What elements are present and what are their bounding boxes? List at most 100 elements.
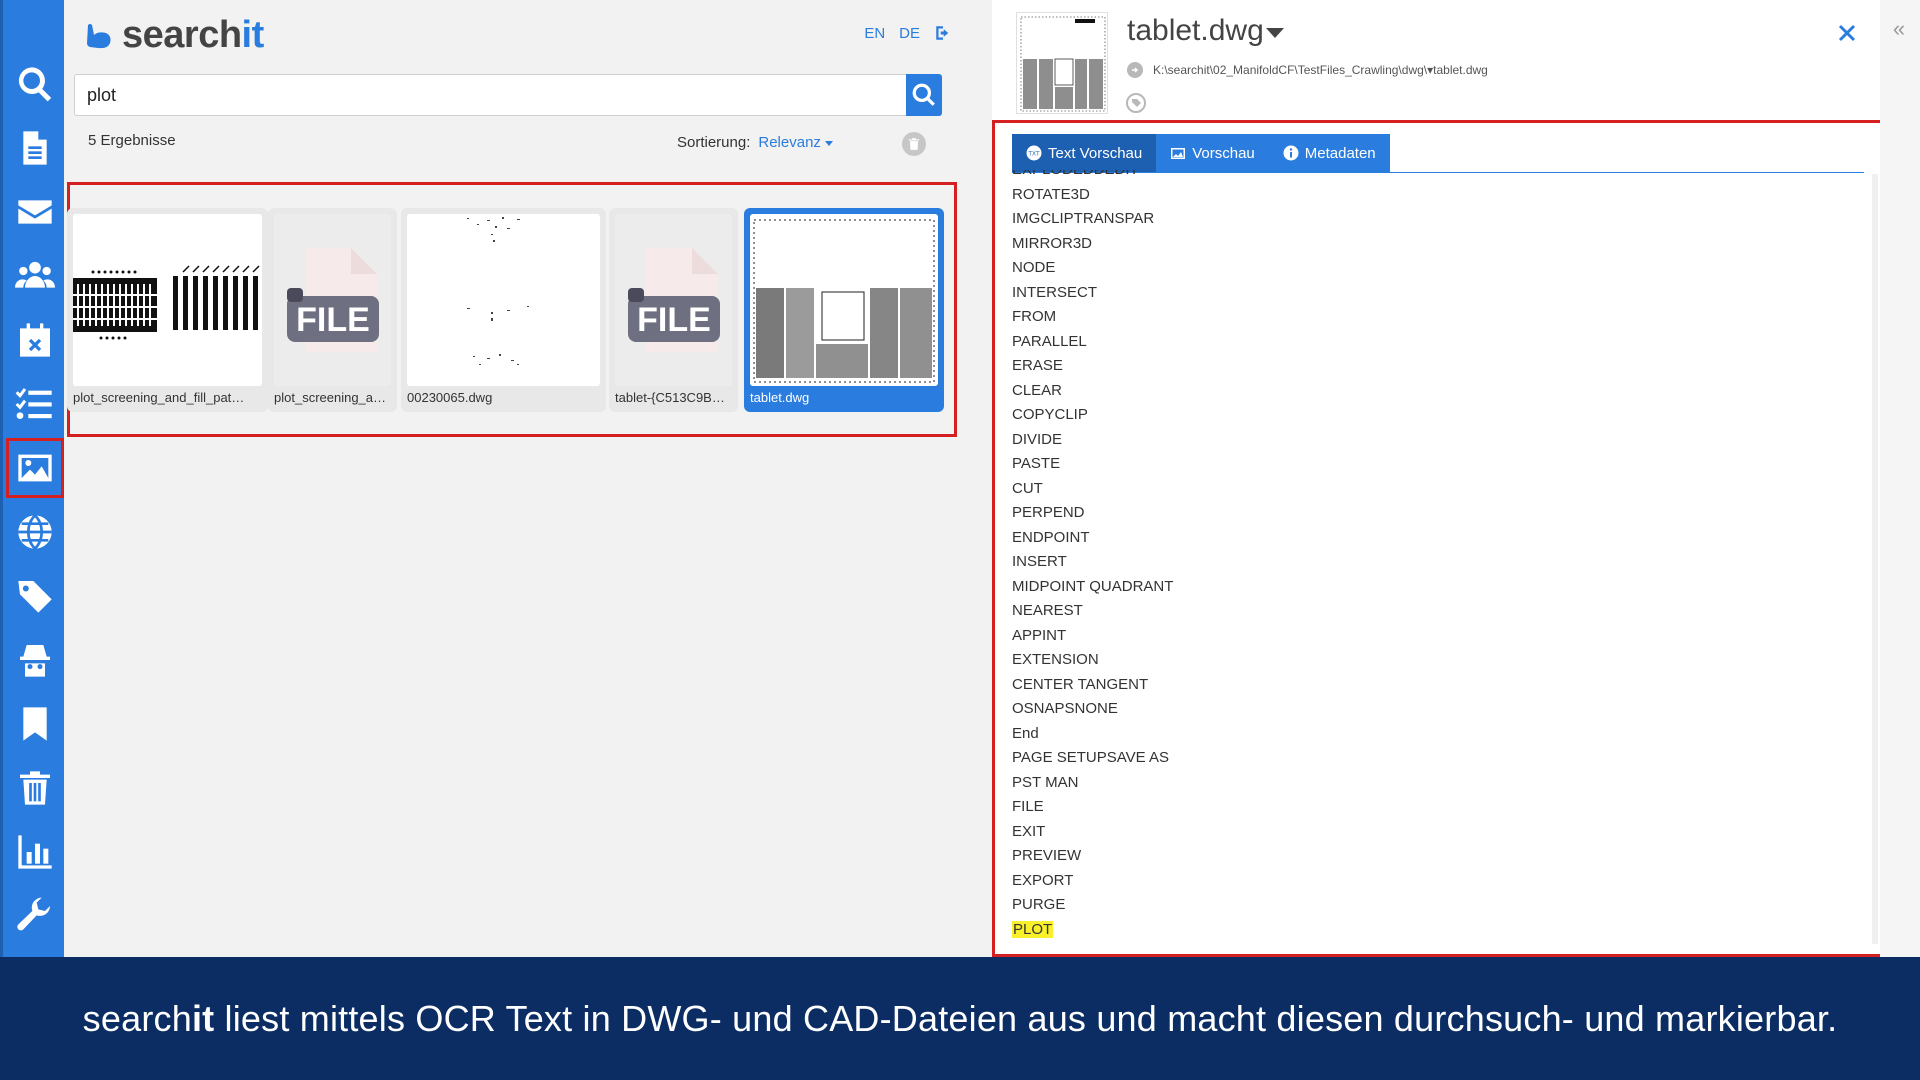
- sidebar-item-people[interactable]: [6, 246, 64, 306]
- text-line: INTERSECT: [1012, 283, 1098, 301]
- text-line: ENDPOINT: [1012, 528, 1090, 546]
- text-line: APPINT: [1012, 626, 1067, 644]
- detail-pane: tablet.dwg K:\searchit\02_ManifoldCF\Tes…: [992, 0, 1902, 957]
- txt-icon: TXT: [1026, 145, 1042, 161]
- sidebar-item-statistics[interactable]: [6, 822, 64, 882]
- sidebar-item-tags[interactable]: [6, 566, 64, 626]
- sign-out-icon[interactable]: [934, 24, 952, 42]
- language-switcher: EN DE: [864, 24, 952, 42]
- sidebar-item-trash[interactable]: [6, 758, 64, 818]
- text-preview-scrollbar[interactable]: [1872, 174, 1878, 944]
- result-thumbnail: FILE: [274, 214, 391, 386]
- sidebar-item-mail[interactable]: [6, 182, 64, 242]
- text-line: IMGCLIPTRANSPAR: [1012, 210, 1155, 227]
- caret-down-icon: [1265, 28, 1284, 38]
- info-icon: [1283, 145, 1299, 161]
- trash-icon: [908, 138, 920, 150]
- lang-en-link[interactable]: EN: [864, 25, 885, 42]
- search-pane: searchit EN DE 5 Ergebnisse Sortierung: …: [64, 0, 992, 957]
- envelope-icon: [18, 200, 52, 224]
- tags-icon: [18, 581, 52, 613]
- caption-bar: searchit liest mittels OCR Text in DWG- …: [0, 957, 1920, 1080]
- result-thumbnail: FILE: [615, 214, 732, 386]
- text-preview-content: EXPLODEDDEDIT ROTATE3D IMGCLIPTRANSPAR MIRR…: [1012, 170, 1852, 950]
- clear-results-button[interactable]: [902, 132, 926, 156]
- search-button[interactable]: [906, 74, 942, 116]
- search-input[interactable]: [74, 74, 910, 116]
- calendar-x-icon: [20, 323, 50, 357]
- result-card-selected[interactable]: tablet.dwg: [744, 208, 944, 412]
- sidebar-item-images[interactable]: [6, 438, 64, 498]
- logo-mark-icon: [87, 23, 111, 48]
- text-line: INSERT: [1012, 553, 1067, 570]
- users-icon: [15, 261, 55, 288]
- text-line-highlighted: PLOT: [1012, 920, 1054, 938]
- text-line: NEAREST: [1012, 602, 1083, 619]
- text-line: PST MAN: [1012, 773, 1079, 791]
- result-card[interactable]: FILE tablet-{C513C9B…: [609, 208, 738, 412]
- image-icon: [18, 454, 52, 482]
- tag-icon[interactable]: [1125, 92, 1147, 114]
- sidebar-item-calendar[interactable]: [6, 310, 64, 370]
- text-line: EXPORT: [1012, 871, 1074, 889]
- left-sidebar: [0, 0, 64, 957]
- detail-thumbnail[interactable]: [1016, 12, 1108, 114]
- collapse-panel-button[interactable]: «: [1888, 16, 1910, 41]
- sidebar-item-bookmarks[interactable]: [6, 694, 64, 754]
- sidebar-item-settings[interactable]: [6, 886, 64, 946]
- result-caption: plot_screening_and_fill_pat…: [73, 390, 245, 405]
- text-line: EXPLODEDDEDIT: [1012, 170, 1852, 183]
- file-path-text[interactable]: K:\searchit\02_ManifoldCF\TestFiles_Craw…: [1153, 63, 1488, 77]
- sort-control: Sortierung: Relevanz: [677, 134, 833, 151]
- text-line: COPYCLIP: [1012, 406, 1088, 423]
- sidebar-item-tasks[interactable]: [6, 374, 64, 434]
- search-icon: [18, 67, 52, 102]
- sidebar-item-spy[interactable]: [6, 630, 64, 690]
- sidebar-item-web[interactable]: [6, 502, 64, 562]
- text-line: EXIT: [1012, 822, 1046, 840]
- text-line: CUT: [1012, 479, 1043, 497]
- wrench-icon: [17, 897, 51, 931]
- file-placeholder-icon: FILE: [627, 248, 720, 352]
- result-caption: tablet-{C513C9B…: [615, 390, 725, 405]
- text-line: MIRROR3D: [1012, 234, 1093, 252]
- file-path: K:\searchit\02_ManifoldCF\TestFiles_Craw…: [1127, 62, 1488, 78]
- barcode-preview: [73, 214, 262, 386]
- text-line: PERPEND: [1012, 504, 1085, 521]
- result-thumbnail: [73, 214, 262, 386]
- result-caption: plot_screening_a…: [274, 390, 387, 405]
- result-card[interactable]: 00230065.dwg: [401, 208, 606, 412]
- sort-label: Sortierung:: [677, 134, 751, 151]
- result-caption: 00230065.dwg: [407, 390, 493, 405]
- app-logo[interactable]: searchit: [84, 14, 264, 57]
- text-line: PREVIEW: [1012, 847, 1082, 864]
- sidebar-item-search[interactable]: [6, 54, 64, 114]
- svg-text:FILE: FILE: [637, 301, 711, 339]
- result-card[interactable]: FILE plot_screening_a…: [268, 208, 397, 412]
- close-detail-button[interactable]: [1832, 18, 1862, 48]
- close-icon: [1838, 24, 1856, 42]
- sort-dropdown[interactable]: Relevanz: [758, 134, 833, 151]
- tablet-drawing-preview: [1020, 16, 1106, 112]
- tasklist-icon: [15, 388, 52, 419]
- sidebar-item-documents[interactable]: [6, 118, 64, 178]
- tablet-drawing-preview: [753, 219, 935, 383]
- lang-de-link[interactable]: DE: [899, 25, 920, 42]
- globe-icon: [18, 513, 52, 551]
- drawing-preview: [467, 217, 529, 365]
- detail-title[interactable]: tablet.dwg: [1127, 14, 1284, 48]
- result-card[interactable]: plot_screening_and_fill_pat…: [67, 208, 268, 412]
- text-line: PARALLEL: [1012, 332, 1087, 350]
- tab-preview[interactable]: Vorschau: [1156, 134, 1269, 172]
- text-line: ROTATE3D: [1012, 185, 1090, 203]
- double-chevron-left-icon: «: [1892, 16, 1906, 41]
- file-placeholder-icon: FILE: [286, 248, 379, 352]
- spy-icon: [20, 645, 50, 677]
- text-line: MIDPOINT QUADRANT: [1012, 577, 1174, 595]
- tab-metadata[interactable]: Metadaten: [1268, 134, 1390, 172]
- tab-text-preview[interactable]: TXT Text Vorschau: [1012, 134, 1157, 172]
- trash-icon: [20, 771, 50, 805]
- document-icon: [23, 131, 47, 165]
- search-icon: [912, 83, 935, 106]
- open-location-icon[interactable]: [1127, 62, 1143, 78]
